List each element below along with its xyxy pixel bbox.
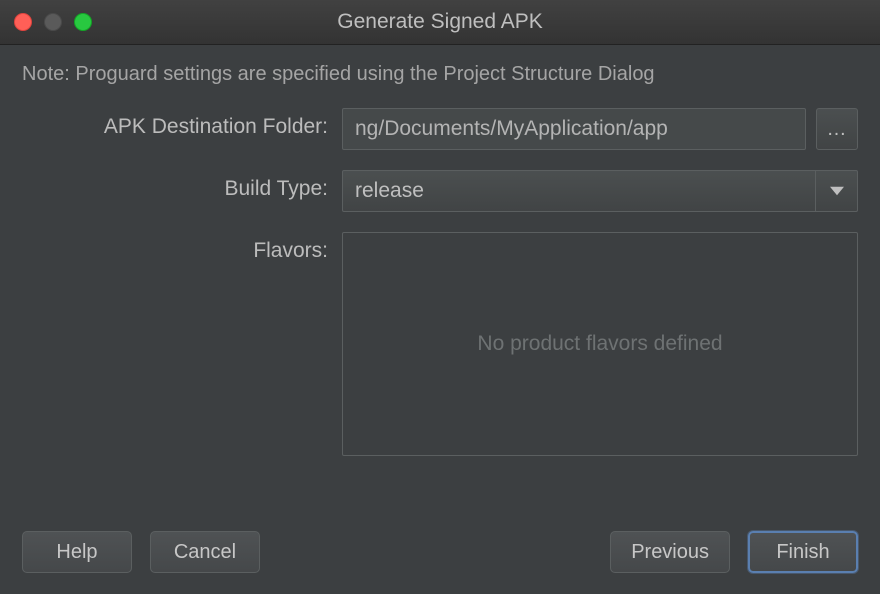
proguard-note: Note: Proguard settings are specified us… [22, 63, 858, 86]
previous-button[interactable]: Previous [610, 531, 730, 573]
flavors-listbox[interactable]: No product flavors defined [342, 232, 858, 456]
titlebar: Generate Signed APK [0, 0, 880, 45]
button-bar: Help Cancel Previous Finish [0, 510, 880, 594]
build-type-select[interactable]: release [342, 170, 858, 212]
help-button[interactable]: Help [22, 531, 132, 573]
cancel-button[interactable]: Cancel [150, 531, 260, 573]
finish-button[interactable]: Finish [748, 531, 858, 573]
window-controls [0, 13, 92, 31]
previous-button-label: Previous [631, 541, 709, 564]
apk-destination-input[interactable]: ng/Documents/MyApplication/app [342, 108, 806, 150]
build-type-label: Build Type: [22, 170, 328, 201]
flavors-placeholder: No product flavors defined [477, 332, 722, 356]
window-title: Generate Signed APK [0, 10, 880, 34]
help-button-label: Help [56, 541, 97, 564]
flavors-label: Flavors: [22, 232, 328, 263]
apk-destination-row: ng/Documents/MyApplication/app … [342, 108, 858, 150]
browse-button[interactable]: … [816, 108, 858, 150]
finish-button-label: Finish [776, 541, 829, 564]
apk-destination-value: ng/Documents/MyApplication/app [355, 117, 668, 141]
close-window-icon[interactable] [14, 13, 32, 31]
cancel-button-label: Cancel [174, 541, 236, 564]
dialog-content: Note: Proguard settings are specified us… [0, 45, 880, 510]
minimize-window-icon [44, 13, 62, 31]
apk-destination-label: APK Destination Folder: [22, 108, 328, 139]
zoom-window-icon[interactable] [74, 13, 92, 31]
build-type-row: release [342, 170, 858, 212]
build-type-selected-value: release [355, 179, 424, 203]
form: APK Destination Folder: ng/Documents/MyA… [22, 108, 858, 456]
dialog-window: Generate Signed APK Note: Proguard setti… [0, 0, 880, 594]
ellipsis-icon: … [827, 118, 848, 141]
